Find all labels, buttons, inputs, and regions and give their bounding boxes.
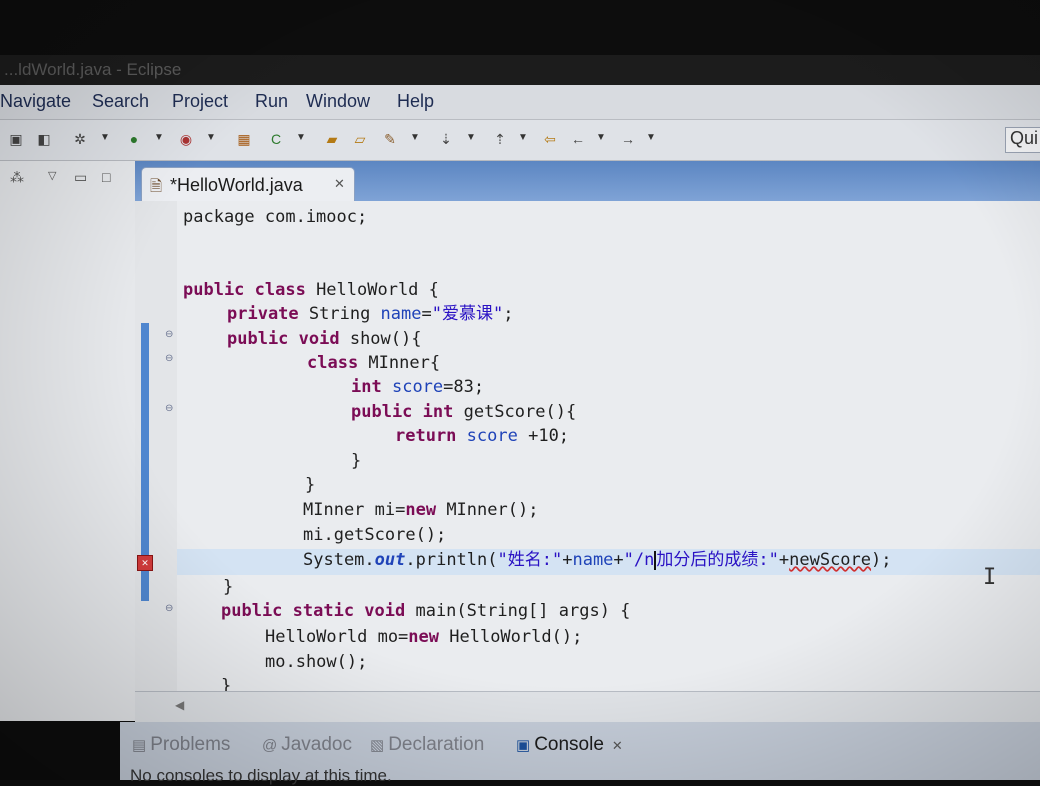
window-title-bar: ...ldWorld.java - Eclipse <box>0 55 1040 85</box>
back-dropdown-icon[interactable]: ▼ <box>596 132 606 143</box>
code-line: int score=83; <box>351 377 485 397</box>
code-line: mi.getScore(); <box>303 525 447 545</box>
fold-toggle-icon[interactable]: ⊖ <box>165 353 173 364</box>
tab-problems[interactable]: ▤ Problems <box>132 734 230 756</box>
code-line: } <box>351 451 362 471</box>
window-title: ...ldWorld.java - Eclipse <box>4 60 182 79</box>
debug-dropdown-icon[interactable]: ▼ <box>100 132 110 143</box>
next-annotation-icon[interactable]: ⇣ <box>436 129 456 149</box>
code-line: package com.imooc; <box>183 207 368 227</box>
scroll-left-icon[interactable]: ◀ <box>175 698 184 712</box>
menu-search[interactable]: Search <box>92 91 149 112</box>
menu-bar: Navigate Search Project Run Window Help <box>0 85 1040 120</box>
menu-navigate[interactable]: Navigate <box>0 91 71 112</box>
code-line: } <box>305 475 316 495</box>
prev-annotation-icon[interactable]: ⇡ <box>490 129 510 149</box>
last-edit-icon[interactable]: ⇦ <box>540 129 560 149</box>
minimize-icon[interactable]: ▭ <box>74 169 87 186</box>
code-line: } <box>223 577 234 597</box>
maximize-icon[interactable]: □ <box>102 169 110 185</box>
menu-help[interactable]: Help <box>397 91 434 112</box>
main-toolbar: ▣ ◧ ✲ ▼ ● ▼ ◉ ▼ ▦ C ▼ ▰ ▱ ✎ ▼ ⇣ ▼ ⇡ ▼ ⇦ … <box>0 120 1040 161</box>
quick-access-field[interactable]: Qui <box>1005 127 1040 153</box>
editor-tab-strip: 🗎 *HelloWorld.java ✕ <box>135 161 1040 202</box>
external-tools-icon[interactable]: ◉ <box>176 129 196 149</box>
editor-area: 🗎 *HelloWorld.java ✕ ⊖ ⊖ ⊖ ⊖ ✕ package c… <box>135 161 1040 722</box>
code-line: public int getScore(){ <box>351 402 577 422</box>
forward-dropdown-icon[interactable]: ▼ <box>646 132 656 143</box>
declaration-icon: ▧ <box>370 737 385 754</box>
new-class-icon[interactable]: C <box>266 129 286 149</box>
code-line: public void show(){ <box>227 329 422 349</box>
new-class-dropdown-icon[interactable]: ▼ <box>296 132 306 143</box>
close-icon[interactable]: ✕ <box>334 176 345 192</box>
problems-icon: ▤ <box>132 737 147 754</box>
java-file-icon: 🗎 <box>150 178 163 195</box>
fold-toggle-icon[interactable]: ⊖ <box>165 403 173 414</box>
search-dropdown-icon[interactable]: ▼ <box>410 132 420 143</box>
editor-tab-helloworld[interactable]: 🗎 *HelloWorld.java ✕ <box>141 167 355 202</box>
forward-icon[interactable]: → <box>618 129 638 149</box>
code-line: MInner mi=new MInner(); <box>303 500 539 520</box>
debug-icon[interactable]: ✲ <box>70 129 90 149</box>
tab-console[interactable]: ▣ Console ✕ <box>516 734 623 756</box>
print-icon[interactable]: ◧ <box>34 129 54 149</box>
menu-window[interactable]: Window <box>306 91 370 112</box>
code-line: mo.show(); <box>265 652 368 672</box>
editor-gutter: ⊖ ⊖ ⊖ ⊖ ✕ <box>135 201 177 691</box>
save-icon[interactable]: ▣ <box>6 129 26 149</box>
error-marker-icon[interactable]: ✕ <box>137 555 153 571</box>
code-line: HelloWorld mo=new HelloWorld(); <box>265 627 583 647</box>
package-explorer-panel: ⁂ ▽ ▭ □ <box>0 161 136 721</box>
horizontal-scrollbar[interactable]: ◀ <box>135 691 1040 722</box>
external-tools-dropdown-icon[interactable]: ▼ <box>206 132 216 143</box>
run-dropdown-icon[interactable]: ▼ <box>154 132 164 143</box>
at-icon: @ <box>262 737 278 754</box>
next-annotation-dropdown-icon[interactable]: ▼ <box>466 132 476 143</box>
code-line: public class HelloWorld { <box>183 280 439 300</box>
view-menu-icon[interactable]: ▽ <box>48 169 56 182</box>
code-line: private String name="爱慕课"; <box>227 304 514 324</box>
fold-toggle-icon[interactable]: ⊖ <box>165 329 173 340</box>
code-line: System.out.println("姓名:"+name+"/n 加分后的成绩:… <box>303 550 892 570</box>
open-type-icon[interactable]: ▰ <box>322 129 342 149</box>
editor-tab-title: *HelloWorld.java <box>170 175 303 195</box>
prev-annotation-dropdown-icon[interactable]: ▼ <box>518 132 528 143</box>
code-line: class MInner{ <box>307 353 441 373</box>
code-line: public static void main(String[] args) { <box>221 601 631 621</box>
tab-declaration[interactable]: ▧ Declaration <box>370 734 484 756</box>
link-editor-icon[interactable]: ⁂ <box>10 169 24 186</box>
code-line: } <box>221 676 232 691</box>
code-editor[interactable]: ⊖ ⊖ ⊖ ⊖ ✕ package com.imooc; public clas… <box>135 201 1040 691</box>
code-line: return score +10; <box>395 426 570 446</box>
tab-javadoc[interactable]: @ Javadoc <box>262 734 352 756</box>
close-icon[interactable]: ✕ <box>612 738 623 753</box>
search-icon[interactable]: ✎ <box>380 129 400 149</box>
menu-project[interactable]: Project <box>172 91 228 112</box>
menu-run[interactable]: Run <box>255 91 288 112</box>
fold-toggle-icon[interactable]: ⊖ <box>165 603 173 614</box>
back-icon[interactable]: ← <box>568 129 588 149</box>
run-icon[interactable]: ● <box>124 129 144 149</box>
open-task-icon[interactable]: ▱ <box>350 129 370 149</box>
console-message: No consoles to display at this time. <box>130 766 392 785</box>
console-icon: ▣ <box>516 737 531 754</box>
mouse-ibeam-icon: I <box>983 565 997 590</box>
new-java-package-icon[interactable]: ▦ <box>234 129 254 149</box>
